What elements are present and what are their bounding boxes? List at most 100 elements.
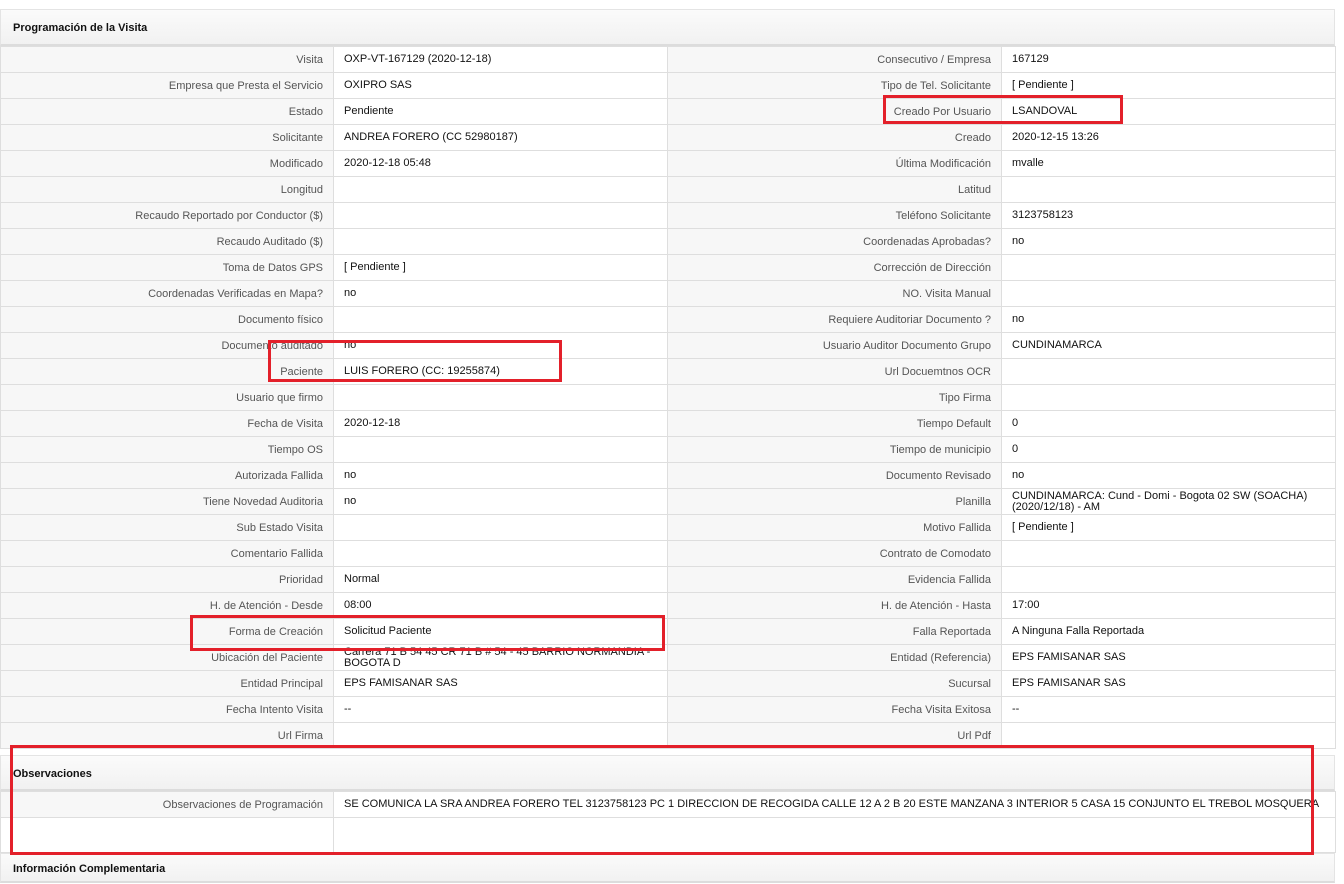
field-label: Usuario Auditor Documento Grupo [667,332,1002,359]
field-label: Documento físico [0,306,334,333]
field-value: OXIPRO SAS [333,72,668,99]
field-value: mvalle [1001,150,1336,177]
field-label: Forma de Creación [0,618,334,645]
field-label: Tipo Firma [667,384,1002,411]
field-value: no [1001,462,1336,489]
field-value [1001,384,1336,411]
field-value: Normal [333,566,668,593]
field-label: Tiempo de municipio [667,436,1002,463]
field-value [1001,176,1336,203]
field-label: Usuario que firmo [0,384,334,411]
field-label: Requiere Auditoriar Documento ? [667,306,1002,333]
field-value [1001,280,1336,307]
table-row: Usuario que firmo Tipo Firma [0,384,1336,411]
table-row: Visita OXP-VT-167129 (2020-12-18) Consecut… [0,46,1336,73]
field-value [333,514,668,541]
visit-details-table: Visita OXP-VT-167129 (2020-12-18) Consecut… [0,46,1336,749]
table-row: Solicitante ANDREA FORERO (CC 52980187) Cr… [0,124,1336,151]
field-value: 0 [1001,410,1336,437]
field-value: no [1001,228,1336,255]
field-label: Recaudo Auditado ($) [0,228,334,255]
table-row: Prioridad Normal Evidencia Fallida [0,566,1336,593]
field-value: 167129 [1001,46,1336,73]
field-label: Entidad Principal [0,670,334,697]
field-value [1001,566,1336,593]
field-value: no [333,462,668,489]
table-row: Recaudo Auditado ($) Coordenadas Aprobada… [0,228,1336,255]
field-value: 3123758123 [1001,202,1336,229]
field-label: Empresa que Presta el Servicio [0,72,334,99]
field-label: Fecha Intento Visita [0,696,334,723]
field-value [333,202,668,229]
field-value: Pendiente [333,98,668,125]
table-row: Observaciones de Programación SE COMUNIC… [0,791,1336,818]
field-value [333,228,668,255]
field-value: no [333,488,668,515]
field-label: Ubicación del Paciente [0,644,334,671]
field-value [333,722,668,749]
field-label: Autorizada Fallida [0,462,334,489]
field-label: Documento auditado [0,332,334,359]
observations-table: Observaciones de Programación SE COMUNIC… [0,791,1336,853]
field-value: 2020-12-15 13:26 [1001,124,1336,151]
field-label: Solicitante [0,124,334,151]
field-value: A Ninguna Falla Reportada [1001,618,1336,645]
section-header-observaciones: Observaciones [0,755,1335,791]
field-label: Tiempo OS [0,436,334,463]
field-value: ANDREA FORERO (CC 52980187) [333,124,668,151]
field-label: Prioridad [0,566,334,593]
field-value [333,540,668,567]
field-value: 08:00 [333,592,668,619]
field-label-observaciones: Observaciones de Programación [0,791,334,818]
table-row: Longitud Latitud [0,176,1336,203]
field-value: LUIS FORERO (CC: 19255874) [333,358,668,385]
table-row: Url Firma Url Pdf [0,722,1336,749]
table-row: Paciente LUIS FORERO (CC: 19255874) Url Do… [0,358,1336,385]
field-value: EPS FAMISANAR SAS [333,670,668,697]
field-value: no [333,332,668,359]
field-label: Contrato de Comodato [667,540,1002,567]
field-value: CUNDINAMARCA: Cund - Domi - Bogota 02 SW… [1001,488,1336,515]
table-row: Documento auditado no Usuario Auditor Doc… [0,332,1336,359]
field-value: 2020-12-18 05:48 [333,150,668,177]
field-label: H. de Atención - Hasta [667,592,1002,619]
field-value [333,306,668,333]
empty-cell [333,817,1336,853]
field-value: 2020-12-18 [333,410,668,437]
field-value: no [1001,306,1336,333]
field-label: Consecutivo / Empresa [667,46,1002,73]
field-label: Comentario Fallida [0,540,334,567]
field-value [1001,254,1336,281]
table-row: Sub Estado Visita Motivo Fallida[ Pendien… [0,514,1336,541]
field-value [333,176,668,203]
field-label: Tiene Novedad Auditoria [0,488,334,515]
field-label: Recaudo Reportado por Conductor ($) [0,202,334,229]
field-label: H. de Atención - Desde [0,592,334,619]
field-label: Url Firma [0,722,334,749]
table-row: Tiene Novedad Auditoria no Planilla CUNDIN… [0,488,1336,515]
field-label: Falla Reportada [667,618,1002,645]
table-row: Entidad Principal EPS FAMISANAR SAS Sucurs… [0,670,1336,697]
table-row: Documento físico Requiere Auditoriar Docu… [0,306,1336,333]
field-value: LSANDOVAL [1001,98,1336,125]
field-label: Última Modificación [667,150,1002,177]
table-row: Empresa que Presta el Servicio OXIPRO SAS… [0,72,1336,99]
field-label: Longitud [0,176,334,203]
field-label: Creado Por Usuario [667,98,1002,125]
field-value [1001,722,1336,749]
table-row: Autorizada Fallida no Documento Revisado … [0,462,1336,489]
table-row: Modificado 2020-12-18 05:48 Última Modific… [0,150,1336,177]
table-row: Ubicación del Paciente Carrera 71 B 54 45… [0,644,1336,671]
field-value: 17:00 [1001,592,1336,619]
table-row: Tiempo OS Tiempo de municipio 0 [0,436,1336,463]
field-label: Sub Estado Visita [0,514,334,541]
field-label: NO. Visita Manual [667,280,1002,307]
field-label: Teléfono Solicitante [667,202,1002,229]
field-label: Sucursal [667,670,1002,697]
table-row [0,817,1336,853]
field-value: Solicitud Paciente [333,618,668,645]
field-label: Planilla [667,488,1002,515]
table-row: H. de Atención - Desde 08:00 H. de Atenció… [0,592,1336,619]
field-value: -- [1001,696,1336,723]
field-value [333,384,668,411]
